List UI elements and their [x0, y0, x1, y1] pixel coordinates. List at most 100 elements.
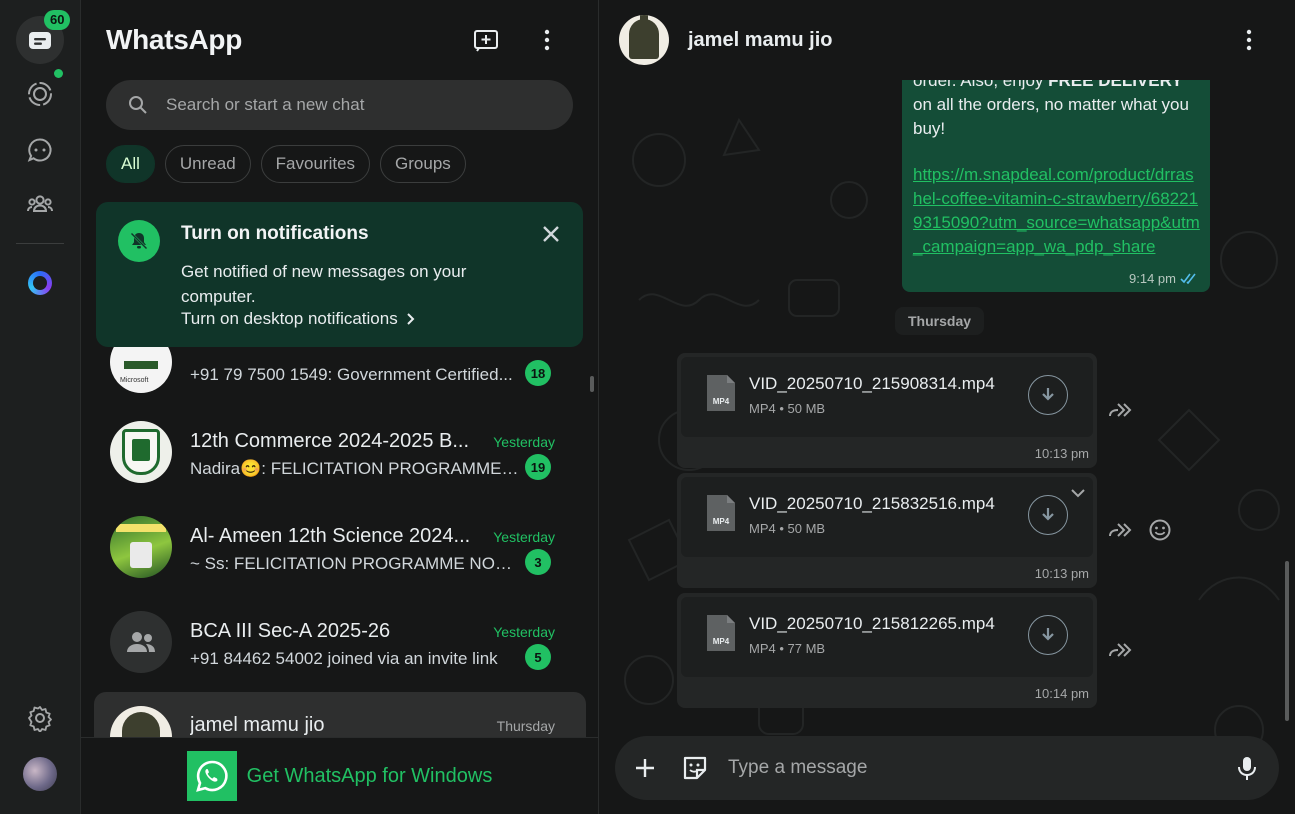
chat-list-panel: WhatsApp All Unread Favourites Groups Tu…	[81, 0, 599, 814]
attach-button[interactable]	[629, 752, 661, 784]
download-button[interactable]	[1028, 615, 1068, 655]
file-type-label: MP4	[713, 397, 730, 406]
notification-title: Turn on notifications	[181, 223, 369, 244]
chat-last-message: ~ Ss: FELICITATION PROGRAMME NOTIC...	[190, 554, 520, 573]
group-avatar	[110, 611, 172, 673]
sticker-button[interactable]	[679, 752, 711, 784]
unread-count-badge: 60	[44, 10, 71, 30]
chat-row-bca-iii[interactable]: BCA III Sec-A 2025-26 Yesterday +91 8446…	[94, 600, 586, 695]
communities-icon	[27, 195, 53, 212]
search-icon	[129, 96, 147, 114]
list-menu-button[interactable]	[527, 20, 567, 60]
search-bar[interactable]	[106, 80, 573, 130]
conversation-panel: jamel mamu jio order. Also, enjoy FREE D…	[599, 0, 1295, 814]
notification-body: Get notified of new messages on your com…	[181, 262, 467, 306]
get-windows-label: Get WhatsApp for Windows	[246, 764, 493, 787]
chat-avatar	[110, 421, 172, 483]
file-name: VID_20250710_215812265.mp4	[749, 614, 995, 633]
sticker-icon	[683, 756, 707, 780]
whatsapp-logo-icon	[186, 751, 237, 801]
double-check-read-icon	[1180, 273, 1196, 284]
forward-button[interactable]	[1107, 517, 1133, 543]
status-new-dot	[54, 69, 63, 78]
chat-row-al-ameen[interactable]: Al- Ameen 12th Science 2024... Yesterday…	[94, 505, 586, 600]
notification-banner: Turn on notifications Get notified of ne…	[96, 202, 583, 347]
voice-message-button[interactable]	[1231, 752, 1263, 784]
react-button[interactable]	[1147, 517, 1173, 543]
download-button[interactable]	[1028, 375, 1068, 415]
video-file-message[interactable]: MP4 VID_20250710_215832516.mp4 MP4 • 50 …	[677, 473, 1097, 588]
message-composer	[615, 736, 1279, 800]
conversation-scrollbar[interactable]	[1285, 561, 1289, 721]
message-link[interactable]: https://m.snapdeal.com/product/drrashel-…	[913, 163, 1203, 259]
communities-nav-button[interactable]	[16, 180, 64, 228]
chat-last-message: +91 84462 54002 joined via an invite lin…	[190, 649, 498, 668]
filter-groups[interactable]: Groups	[380, 145, 466, 183]
file-type-label: MP4	[713, 517, 730, 526]
get-windows-app-link[interactable]: Get WhatsApp for Windows	[81, 737, 598, 814]
settings-nav-button[interactable]	[16, 694, 64, 742]
close-icon	[543, 226, 559, 242]
unread-badge: 3	[525, 549, 551, 575]
profile-avatar[interactable]	[23, 757, 57, 791]
chevron-down-icon[interactable]	[1069, 487, 1087, 499]
chats-icon	[29, 32, 51, 49]
meta-ai-icon[interactable]	[28, 271, 52, 295]
app-title: WhatsApp	[106, 24, 243, 55]
download-icon	[1042, 388, 1054, 401]
chat-avatar	[110, 516, 172, 578]
forward-icon	[1109, 403, 1132, 417]
chat-row-government-certified[interactable]: Microsoft +91 79 7500 1549: Government C…	[94, 347, 586, 412]
microphone-icon	[1238, 757, 1256, 780]
chevron-right-icon	[407, 313, 415, 325]
filter-unread[interactable]: Unread	[164, 145, 251, 183]
chat-list-scrollbar[interactable]	[590, 376, 594, 392]
plus-icon	[636, 759, 654, 777]
forward-button[interactable]	[1107, 397, 1133, 423]
chat-last-message: Nadira😊: FELICITATION PROGRAMME ...	[190, 459, 520, 478]
chat-row-jamel-mamu-jio[interactable]: jamel mamu jio Thursday	[94, 692, 586, 737]
file-meta: MP4 • 77 MB	[749, 641, 826, 656]
unread-badge: 19	[525, 454, 551, 480]
status-icon	[28, 82, 52, 106]
forward-icon	[1109, 643, 1132, 657]
new-chat-button[interactable]	[466, 20, 506, 60]
file-card: MP4 VID_20250710_215832516.mp4 MP4 • 50 …	[681, 477, 1093, 557]
message-time: 10:13 pm	[1034, 566, 1089, 581]
download-button[interactable]	[1028, 495, 1068, 535]
chat-avatar: Microsoft	[110, 347, 172, 393]
download-icon	[1042, 508, 1054, 521]
new-chat-icon	[474, 30, 498, 52]
channels-icon	[27, 138, 52, 162]
outgoing-message[interactable]: order. Also, enjoy FREE DELIVERY on all …	[902, 60, 1210, 292]
close-notification-button[interactable]	[536, 219, 566, 249]
unread-badge: 5	[525, 644, 551, 670]
file-name: VID_20250710_215832516.mp4	[749, 494, 995, 513]
video-file-message[interactable]: MP4 VID_20250710_215908314.mp4 MP4 • 50 …	[677, 353, 1097, 468]
enable-notifications-label: Turn on desktop notifications	[181, 309, 398, 328]
video-file-message[interactable]: MP4 VID_20250710_215812265.mp4 MP4 • 77 …	[677, 593, 1097, 708]
message-input[interactable]	[728, 754, 1208, 782]
chat-time: Yesterday	[493, 434, 555, 450]
filter-favourites[interactable]: Favourites	[260, 145, 371, 183]
mp4-file-icon: MP4	[707, 375, 735, 411]
chat-rows: Microsoft +91 79 7500 1549: Government C…	[81, 347, 598, 737]
whatsapp-window: 60 WhatsApp All Unrea	[0, 0, 1295, 814]
search-input[interactable]	[166, 95, 546, 115]
forward-button[interactable]	[1107, 637, 1133, 663]
enable-notifications-link[interactable]: Turn on desktop notifications	[181, 309, 416, 329]
chat-time: Yesterday	[493, 624, 555, 640]
channels-nav-button[interactable]	[16, 126, 64, 174]
filter-all[interactable]: All	[106, 145, 155, 183]
file-type-label: MP4	[713, 637, 730, 646]
file-card: MP4 VID_20250710_215812265.mp4 MP4 • 77 …	[681, 597, 1093, 677]
file-card: MP4 VID_20250710_215908314.mp4 MP4 • 50 …	[681, 357, 1093, 437]
chat-name: jamel mamu jio	[190, 714, 325, 736]
chat-name: BCA III Sec-A 2025-26	[190, 620, 391, 642]
emoji-smile-icon	[1149, 519, 1171, 541]
file-meta: MP4 • 50 MB	[749, 401, 826, 416]
bell-muted-icon	[118, 220, 160, 262]
rail-divider	[16, 243, 64, 244]
chat-row-12th-commerce[interactable]: 12th Commerce 2024-2025 B... Yesterday N…	[94, 410, 586, 505]
chat-name: Al- Ameen 12th Science 2024...	[190, 525, 471, 547]
